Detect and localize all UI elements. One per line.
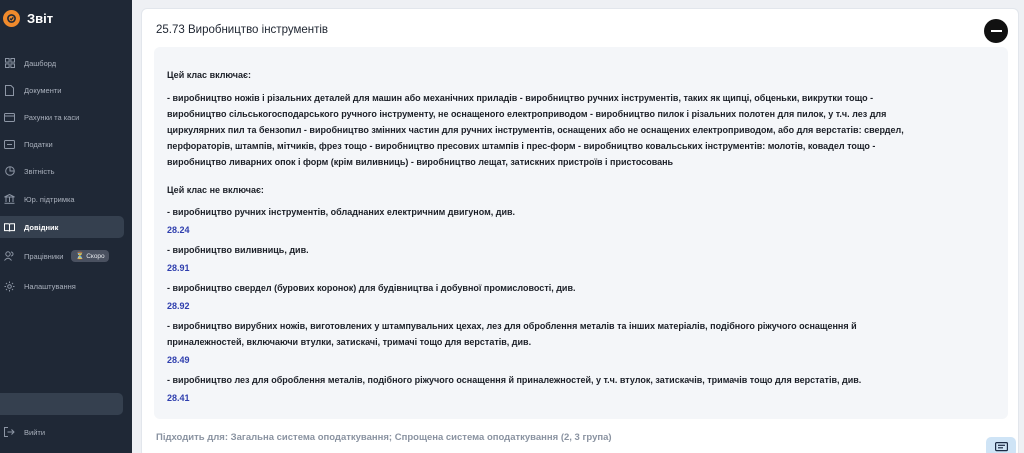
reference-link[interactable]: 28.24 bbox=[167, 222, 996, 238]
sidebar-item-label: Податки bbox=[24, 139, 53, 149]
sidebar-item-label: Працівники bbox=[24, 251, 64, 261]
sidebar: Звіт Дашборд Документи Рахунки та каси П… bbox=[0, 0, 132, 453]
excludes-item: - виробництво вирубних ножів, виготовлен… bbox=[167, 321, 857, 331]
sidebar-footer-box bbox=[0, 393, 123, 415]
reference-link[interactable]: 28.49 bbox=[167, 352, 996, 368]
logo-icon bbox=[3, 10, 20, 27]
sidebar-item-taxes[interactable]: Податки bbox=[0, 133, 124, 155]
document-icon bbox=[4, 84, 15, 96]
sidebar-item-label: Дашборд bbox=[24, 58, 57, 68]
sidebar-item-accounts[interactable]: Рахунки та каси bbox=[0, 106, 124, 128]
tax-icon bbox=[4, 139, 15, 150]
wallet-icon bbox=[4, 112, 15, 123]
sidebar-item-reports[interactable]: Звітність bbox=[0, 160, 124, 182]
app-name: Звіт bbox=[27, 11, 54, 26]
includes-line: перфораторів, штампів, мітчиків, фрез то… bbox=[167, 141, 876, 151]
excludes-heading: Цей клас не включає: bbox=[167, 185, 264, 195]
excludes-item: - виробництво ручних інструментів, облад… bbox=[167, 207, 516, 217]
collapse-button[interactable] bbox=[984, 19, 1008, 43]
tax-system-suits: Підходить для: Загальна система оподатку… bbox=[156, 432, 612, 443]
logo[interactable]: Звіт bbox=[3, 10, 53, 27]
sidebar-item-label: Рахунки та каси bbox=[24, 112, 80, 122]
sidebar-item-label: Налаштування bbox=[24, 281, 76, 291]
includes-line: виробництво сільськогосподарського ручно… bbox=[167, 109, 887, 119]
reference-link[interactable]: 28.91 bbox=[167, 260, 996, 276]
minus-icon bbox=[990, 30, 1002, 32]
logout-label: Вийти bbox=[24, 427, 46, 437]
soon-badge: ⏳ Скоро bbox=[71, 250, 109, 262]
includes-heading: Цей клас включає: bbox=[167, 70, 251, 80]
sidebar-item-documents[interactable]: Документи bbox=[0, 79, 124, 101]
gear-icon bbox=[4, 281, 15, 292]
logout-button[interactable]: Вийти bbox=[0, 421, 124, 443]
legal-icon bbox=[4, 194, 15, 205]
reference-link[interactable]: 28.41 bbox=[167, 390, 996, 406]
excludes-item: - виробництво лез для оброблення металів… bbox=[167, 375, 862, 385]
description-box: Цей клас включає: - виробництво ножів і … bbox=[154, 47, 1008, 419]
chat-button[interactable] bbox=[986, 437, 1016, 453]
chat-icon bbox=[994, 442, 1008, 452]
excludes-item: приналежностей, включаючи втулки, затиск… bbox=[167, 337, 532, 347]
hourglass-icon: ⏳ bbox=[75, 253, 85, 260]
book-icon bbox=[4, 222, 15, 233]
report-icon bbox=[4, 166, 15, 177]
excludes-item: - виробництво виливниць, див. bbox=[167, 245, 309, 255]
classifier-card: 25.73 Виробництво інструментів Цей клас … bbox=[141, 8, 1019, 453]
sidebar-item-label: Звітність bbox=[24, 166, 55, 176]
sidebar-item-label: Довідник bbox=[24, 222, 59, 232]
sidebar-item-dashboard[interactable]: Дашборд bbox=[0, 52, 124, 74]
reference-link[interactable]: 28.92 bbox=[167, 298, 996, 314]
sidebar-item-employees[interactable]: Працівники ⏳ Скоро bbox=[0, 245, 124, 267]
card-title: 25.73 Виробництво інструментів bbox=[156, 24, 329, 36]
includes-line: - виробництво ножів і різальних деталей … bbox=[167, 93, 874, 103]
sidebar-item-settings[interactable]: Налаштування bbox=[0, 275, 124, 297]
people-icon bbox=[4, 251, 15, 262]
logout-icon bbox=[4, 427, 15, 438]
sidebar-item-label: Юр. підтримка bbox=[24, 194, 75, 204]
includes-line: виробництво ливарних опок і форм (крім в… bbox=[167, 157, 674, 167]
dashboard-icon bbox=[4, 58, 15, 69]
sidebar-item-label: Документи bbox=[24, 85, 62, 95]
excludes-item: - виробництво свердел (бурових коронок) … bbox=[167, 283, 576, 293]
sidebar-item-legal[interactable]: Юр. підтримка bbox=[0, 188, 124, 210]
includes-line: циркулярних пил та бензопил - виробництв… bbox=[167, 125, 904, 135]
sidebar-item-reference[interactable]: Довідник bbox=[0, 216, 124, 238]
